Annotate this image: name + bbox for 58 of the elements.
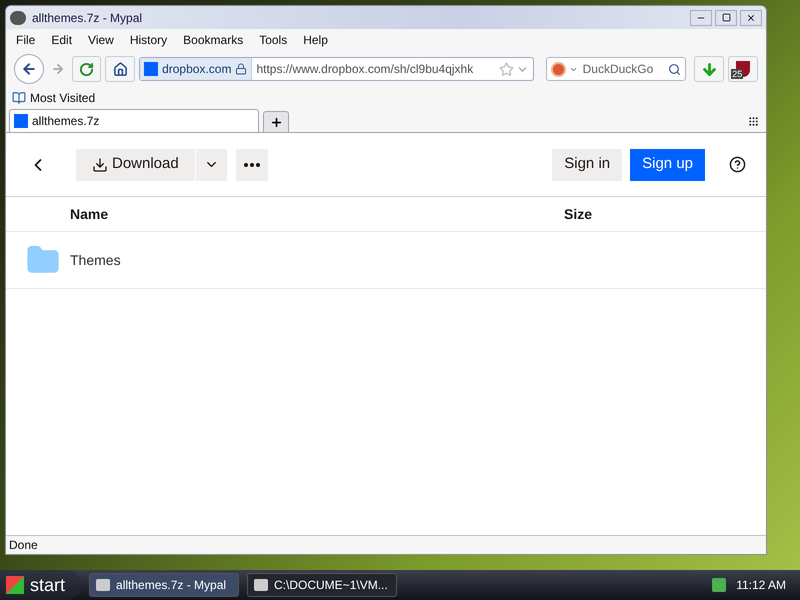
- reload-button[interactable]: [72, 56, 102, 82]
- home-icon: [112, 62, 128, 76]
- menu-item[interactable]: File: [16, 31, 36, 49]
- site-icon: [14, 114, 28, 128]
- status-text: Done: [9, 537, 38, 554]
- more-button[interactable]: [236, 148, 268, 180]
- menu-item[interactable]: Tools: [259, 31, 288, 49]
- window-title: allthemes.7z - Mypal: [32, 10, 142, 26]
- menu-item[interactable]: Help: [303, 31, 328, 49]
- close-icon: [746, 12, 756, 22]
- search-icon: [668, 62, 682, 76]
- menu-item[interactable]: Bookmarks: [183, 31, 244, 49]
- url-text: https://www.dropbox.com/sh/cl9bu4qjxhk: [256, 61, 474, 78]
- download-icon: [92, 156, 108, 172]
- taskbar-button[interactable]: allthemes.7z - Mypal: [89, 573, 240, 597]
- sign-up-button[interactable]: Sign up: [630, 148, 705, 180]
- plus-icon: [270, 116, 282, 128]
- close-button[interactable]: [740, 10, 762, 26]
- maximize-button[interactable]: [715, 10, 737, 26]
- maximize-icon: [722, 13, 730, 22]
- app-icon: [96, 579, 110, 591]
- bookmark-folder-icon: [12, 91, 26, 105]
- addon-button[interactable]: 25: [728, 56, 758, 82]
- column-header[interactable]: Size: [564, 204, 592, 224]
- lock-icon: [235, 63, 248, 75]
- menu-item[interactable]: History: [130, 31, 168, 49]
- column-header[interactable]: Name: [70, 204, 564, 224]
- bookmark-star-icon[interactable]: [498, 62, 514, 76]
- taskbar-button[interactable]: C:\DOCUME~1\VM...: [247, 573, 398, 597]
- menu-item[interactable]: View: [88, 31, 114, 49]
- back-button[interactable]: [14, 54, 44, 84]
- address-bar[interactable]: dropbox.com https://www.dropbox.com/sh/cl9bu4qjxhk: [139, 57, 534, 81]
- home-button[interactable]: [105, 56, 136, 82]
- search-field[interactable]: DuckDuckGo: [546, 57, 686, 81]
- sign-in-button[interactable]: Sign in: [552, 148, 622, 180]
- menu-item[interactable]: Edit: [51, 31, 72, 49]
- browser-tab[interactable]: allthemes.7z: [9, 109, 259, 132]
- site-identity: dropbox.com: [162, 61, 232, 78]
- reload-icon: [78, 62, 94, 76]
- bookmark-item[interactable]: Most Visited: [30, 89, 96, 107]
- help-icon[interactable]: [729, 156, 746, 173]
- search-placeholder: DuckDuckGo: [582, 61, 654, 78]
- addon-badge: 25: [731, 69, 744, 79]
- start-button[interactable]: start: [0, 570, 82, 600]
- tab-grid-icon[interactable]: [748, 116, 759, 127]
- search-engine-icon: [550, 62, 566, 76]
- windows-logo-icon: [6, 576, 24, 594]
- site-icon: [144, 62, 158, 76]
- download-button[interactable]: Download: [76, 148, 195, 180]
- more-icon: [244, 162, 260, 166]
- download-manager-button[interactable]: [694, 56, 724, 82]
- file-row[interactable]: Themes: [6, 232, 766, 289]
- file-name: Themes: [70, 250, 121, 270]
- app-icon: [10, 10, 26, 24]
- new-tab-button[interactable]: [263, 111, 289, 132]
- app-icon: [254, 579, 268, 591]
- clock: 11:12 AM: [736, 577, 786, 594]
- down-arrow-icon: [700, 60, 718, 78]
